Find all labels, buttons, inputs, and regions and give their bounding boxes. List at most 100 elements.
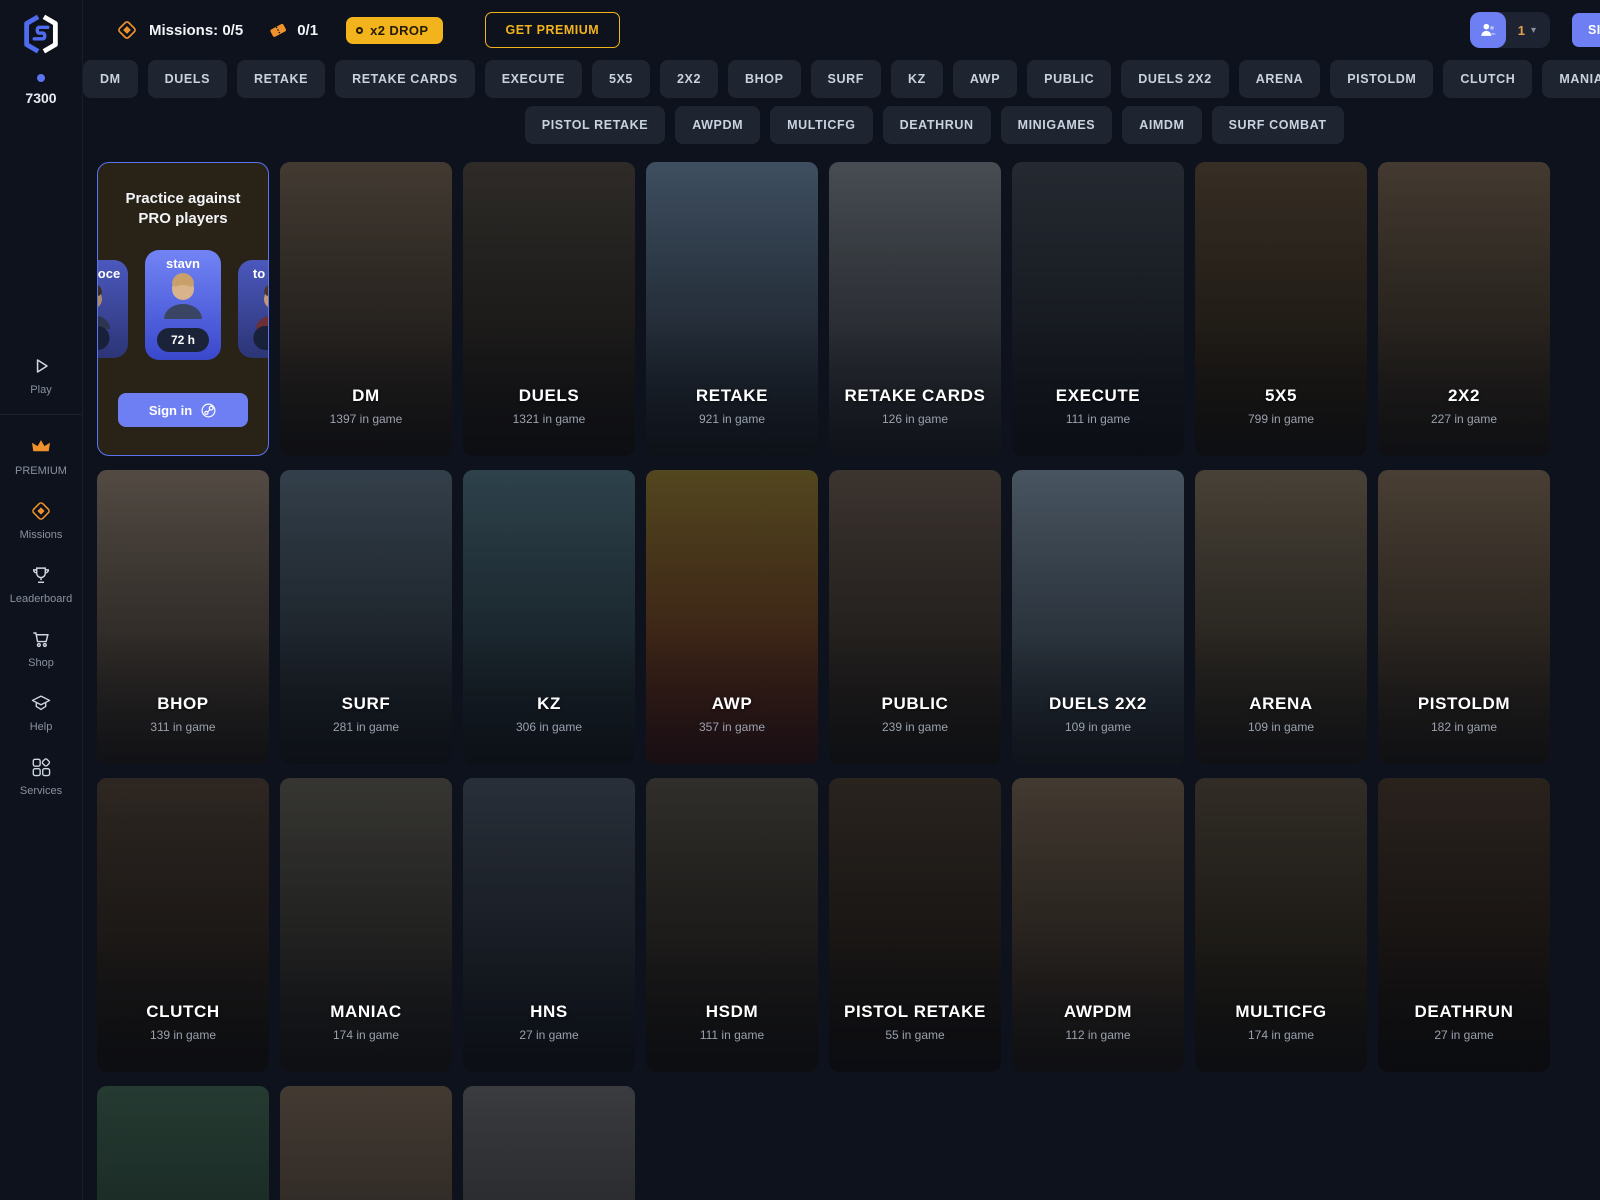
sidebar-item-label: Help <box>30 721 53 733</box>
mode-player-count: 111 in game <box>646 1028 818 1042</box>
mode-card-awpdm[interactable]: AWPDM112 in game <box>1012 778 1184 1072</box>
filter-chip-duels-2x2[interactable]: DUELS 2X2 <box>1121 60 1228 98</box>
mode-card-maniac[interactable]: MANIAC 174 in game <box>280 778 452 1072</box>
mode-label: MANIAC <box>280 1002 452 1022</box>
mode-player-count: 921 in game <box>646 412 818 426</box>
pro-name: doce <box>97 266 120 281</box>
mode-label: HSDM <box>646 1002 818 1022</box>
get-premium-button[interactable]: GET PREMIUM <box>485 12 621 48</box>
mode-label: 2X2 <box>1378 386 1550 406</box>
player-count-selector[interactable]: 1 ▾ <box>1470 12 1550 48</box>
sidebar-item-leaderboard[interactable]: Leaderboard <box>0 553 82 617</box>
mode-player-count: 227 in game <box>1378 412 1550 426</box>
balance-value: 7300 <box>25 90 56 106</box>
mode-card-pistoldm[interactable]: PISTOLDM182 in game <box>1378 470 1550 764</box>
sidebar-nav: Play PREMIUM Missions Leaderboard Sho <box>0 344 82 809</box>
mode-card-kz[interactable]: KZ306 in game <box>463 470 635 764</box>
mode-card-surf[interactable]: SURF281 in game <box>280 470 452 764</box>
filter-chip-duels[interactable]: DUELS <box>148 60 227 98</box>
filter-chip-retake-cards[interactable]: RETAKE CARDS <box>335 60 475 98</box>
promo-card-practice-pro[interactable]: Practice against PRO players doce ч stav… <box>97 162 269 456</box>
coupons-progress[interactable]: 0/1 <box>267 19 318 41</box>
mode-card-dm[interactable]: DM1397 in game <box>280 162 452 456</box>
mode-card-5x5[interactable]: 5X5799 in game <box>1195 162 1367 456</box>
app-logo-icon[interactable] <box>18 12 64 58</box>
sign-in-steam-button[interactable]: SIGN IN WITH STEAM <box>1572 13 1600 47</box>
filter-chip-dm[interactable]: DM <box>83 60 138 98</box>
filter-chip-pistol-retake[interactable]: PISTOL RETAKE <box>525 106 665 144</box>
filter-chip-surf[interactable]: SURF <box>811 60 881 98</box>
x2-drop-badge[interactable]: x2 DROP <box>346 17 442 44</box>
mode-player-count: 27 in game <box>463 1028 635 1042</box>
coupon-icon <box>267 19 289 41</box>
mode-card-partial[interactable] <box>463 1086 635 1200</box>
mode-player-count: 174 in game <box>1195 1028 1367 1042</box>
filter-chip-aimdm[interactable]: AIMDM <box>1122 106 1201 144</box>
mode-card-hsdm[interactable]: HSDM 111 in game <box>646 778 818 1072</box>
mode-card-clutch[interactable]: CLUTCH139 in game <box>97 778 269 1072</box>
pro-avatar <box>157 273 209 319</box>
mode-player-count: 174 in game <box>280 1028 452 1042</box>
filter-chip-5x5[interactable]: 5X5 <box>592 60 650 98</box>
diamond-icon <box>29 499 53 523</box>
mode-card-pistol-retake[interactable]: PISTOL RETAKE 55 in game <box>829 778 1001 1072</box>
mode-card-execute[interactable]: EXECUTE111 in game <box>1012 162 1184 456</box>
mode-card-multicfg[interactable]: MULTICFG 174 in game <box>1195 778 1367 1072</box>
sidebar-item-help[interactable]: Help <box>0 681 82 745</box>
mode-label: MULTICFG <box>1195 1002 1367 1022</box>
mode-card-public[interactable]: PUBLIC239 in game <box>829 470 1001 764</box>
mode-label: PUBLIC <box>829 694 1001 714</box>
mode-card-arena[interactable]: ARENA109 in game <box>1195 470 1367 764</box>
mode-card-hns[interactable]: HNS27 in game <box>463 778 635 1072</box>
balance-block: 7300 <box>25 74 56 106</box>
filter-chip-2x2[interactable]: 2X2 <box>660 60 718 98</box>
filter-chip-kz[interactable]: KZ <box>891 60 943 98</box>
trophy-icon <box>29 563 53 587</box>
filter-chip-pistoldm[interactable]: PISTOLDM <box>1330 60 1433 98</box>
mode-grid: Practice against PRO players doce ч stav… <box>97 162 1550 1200</box>
mode-card-duels-2x2[interactable]: DUELS 2X2109 in game <box>1012 470 1184 764</box>
services-icon <box>29 755 53 779</box>
filter-chip-surf-combat[interactable]: SURF COMBAT <box>1212 106 1344 144</box>
mode-label: CLUTCH <box>97 1002 269 1022</box>
filter-chip-deathrun[interactable]: DEATHRUN <box>883 106 991 144</box>
mode-card-bhop[interactable]: BHOP311 in game <box>97 470 269 764</box>
filter-chip-execute[interactable]: EXECUTE <box>485 60 582 98</box>
pro-hours-badge: 72 h <box>157 328 209 352</box>
filter-chip-public[interactable]: PUBLIC <box>1027 60 1111 98</box>
mode-player-count: 55 in game <box>829 1028 1001 1042</box>
mode-label: PISTOL RETAKE <box>829 1002 1001 1022</box>
sidebar-item-shop[interactable]: Shop <box>0 617 82 681</box>
mode-card-partial[interactable] <box>97 1086 269 1200</box>
filter-chip-multicfg[interactable]: MULTICFG <box>770 106 872 144</box>
filter-chip-minigames[interactable]: MINIGAMES <box>1001 106 1113 144</box>
balance-dot <box>37 74 45 82</box>
filter-chip-bhop[interactable]: BHOP <box>728 60 801 98</box>
mode-card-duels[interactable]: DUELS1321 in game <box>463 162 635 456</box>
mode-player-count: 182 in game <box>1378 720 1550 734</box>
mode-label: DM <box>280 386 452 406</box>
mode-card-partial[interactable] <box>280 1086 452 1200</box>
sidebar-item-services[interactable]: Services <box>0 745 82 809</box>
mode-card-2x2[interactable]: 2X2 227 in game <box>1378 162 1550 456</box>
filter-chip-awp[interactable]: AWP <box>953 60 1017 98</box>
mode-card-awp[interactable]: AWP 357 in game <box>646 470 818 764</box>
mode-player-count: 357 in game <box>646 720 818 734</box>
sidebar-item-missions[interactable]: Missions <box>0 489 82 553</box>
mode-player-count: 306 in game <box>463 720 635 734</box>
filter-chip-clutch[interactable]: CLUTCH <box>1443 60 1532 98</box>
sidebar-item-play[interactable]: Play <box>0 344 82 408</box>
mode-card-retake-cards[interactable]: RETAKE CARDS126 in game <box>829 162 1001 456</box>
missions-progress[interactable]: Missions: 0/5 <box>115 18 243 42</box>
promo-sign-in-button[interactable]: Sign in <box>118 393 248 427</box>
sidebar-item-premium[interactable]: PREMIUM <box>0 425 82 489</box>
mode-card-deathrun[interactable]: DEATHRUN27 in game <box>1378 778 1550 1072</box>
mode-label: AWP <box>646 694 818 714</box>
mode-card-retake[interactable]: RETAKE 921 in game <box>646 162 818 456</box>
filter-chip-retake[interactable]: RETAKE <box>237 60 325 98</box>
filter-chip-maniac[interactable]: MANIAC <box>1542 60 1600 98</box>
filter-chip-arena[interactable]: ARENA <box>1239 60 1320 98</box>
filter-chip-awpdm[interactable]: AWPDM <box>675 106 760 144</box>
promo-sign-in-label: Sign in <box>149 403 192 418</box>
mode-label: RETAKE <box>646 386 818 406</box>
